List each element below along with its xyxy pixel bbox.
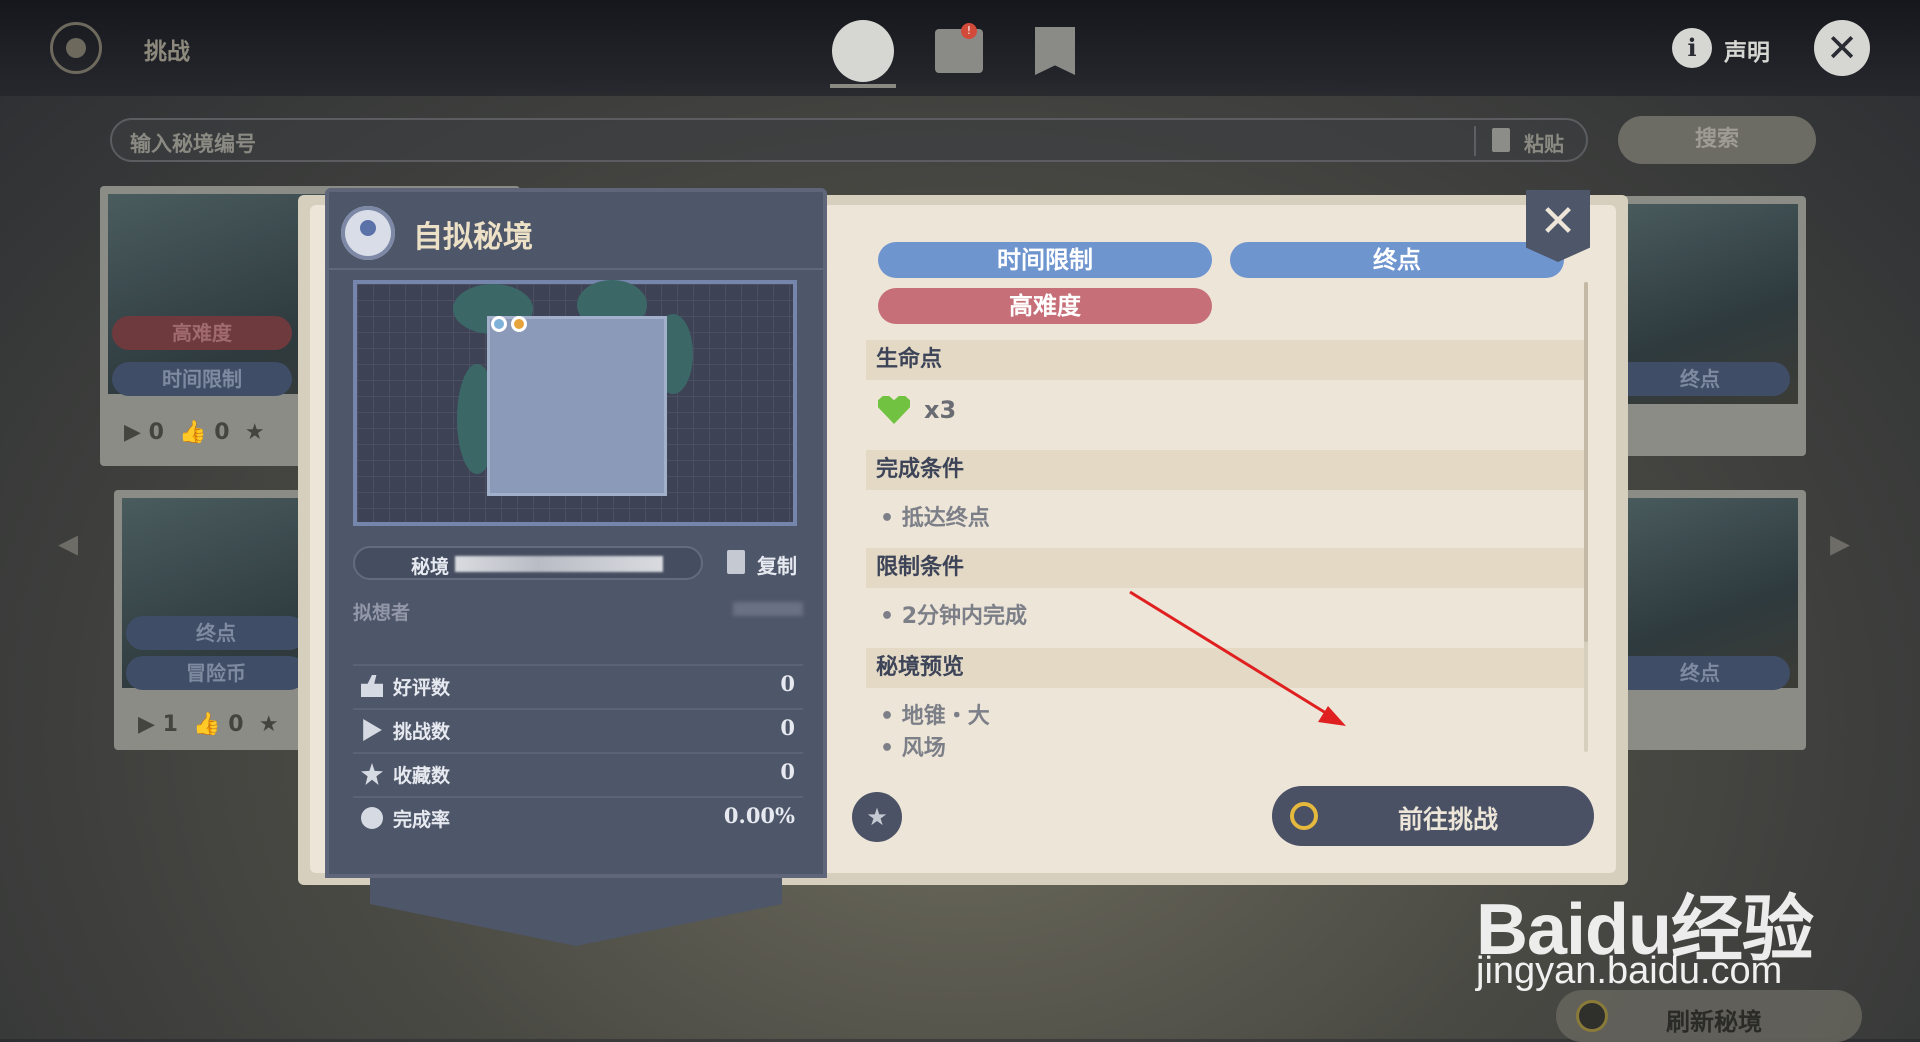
end-pin-icon xyxy=(511,316,527,332)
refresh-domains-button[interactable]: 刷新秘境 xyxy=(1556,990,1862,1042)
domain-id-field: 秘境 xyxy=(353,546,703,580)
map-play-area xyxy=(487,316,667,496)
copy-button[interactable]: 复制 xyxy=(757,550,797,579)
close-modal-button[interactable]: ✕ xyxy=(1526,190,1590,262)
author-name-redacted xyxy=(733,602,803,616)
stat-label: 好评数 xyxy=(393,677,451,699)
custom-domain-icon xyxy=(341,206,395,260)
section-lives-heading: 生命点 xyxy=(866,340,1586,380)
stat-row-completion: 完成率 0.00% xyxy=(353,796,803,838)
clipboard-icon[interactable] xyxy=(1492,128,1510,152)
stat-value: 0 xyxy=(780,759,795,784)
stat-value: 0 xyxy=(780,715,795,740)
panel-title: 自拟秘境 xyxy=(413,220,533,255)
star-icon xyxy=(361,763,383,785)
tab-challenge[interactable] xyxy=(830,18,896,88)
background-card[interactable]: 终点 xyxy=(1600,196,1806,456)
stat-label: 完成率 xyxy=(393,809,451,831)
play-icon xyxy=(363,719,382,741)
domain-info-panel: 自拟秘境 秘境 复制 拟想者 好评数 0 挑战数 0 收藏数 0 完成率 0.0… xyxy=(325,188,827,878)
domain-logo-icon xyxy=(50,22,102,74)
completion-item: • 抵达终点 xyxy=(880,506,990,531)
author-label: 拟想者 xyxy=(353,602,411,624)
tag-hard: 高难度 xyxy=(878,288,1212,324)
domain-map-preview xyxy=(353,280,797,526)
preview-item: • 风场 xyxy=(880,736,946,761)
stat-label: 挑战数 xyxy=(393,721,451,743)
go-challenge-button[interactable]: 前往挑战 xyxy=(1272,786,1594,846)
top-bar: 挑战 ! i 声明 ✕ xyxy=(0,0,1920,96)
panel-shield-decoration xyxy=(370,876,782,946)
copy-icon[interactable] xyxy=(727,550,745,574)
search-placeholder: 输入秘境编号 xyxy=(130,132,256,156)
page-title: 挑战 xyxy=(144,39,190,65)
card-plays: 0 xyxy=(148,420,164,445)
section-restriction-heading: 限制条件 xyxy=(866,548,1586,588)
close-page-button[interactable]: ✕ xyxy=(1814,20,1870,76)
next-page-arrow-icon[interactable]: ▸ xyxy=(1830,520,1850,566)
search-input[interactable]: 输入秘境编号 粘贴 xyxy=(110,118,1588,162)
stat-row-favorites: 收藏数 0 xyxy=(353,752,803,794)
refresh-label: 刷新秘境 xyxy=(1666,1008,1762,1036)
statement-link[interactable]: 声明 xyxy=(1724,33,1770,67)
card-tag: 时间限制 xyxy=(112,362,292,396)
scrollbar-thumb[interactable] xyxy=(1584,282,1588,642)
card-tag: 冒险币 xyxy=(126,656,306,690)
thumbs-up-icon xyxy=(361,675,383,697)
stat-label: 收藏数 xyxy=(393,765,451,787)
preview-item: • 地锥・大 xyxy=(880,704,990,729)
bookmark-star-icon xyxy=(1035,27,1075,75)
tab-map-settings[interactable]: ! xyxy=(926,18,992,84)
paste-button[interactable]: 粘贴 xyxy=(1524,128,1564,157)
domain-id-label: 秘境 xyxy=(411,556,450,578)
info-icon[interactable]: i xyxy=(1672,28,1712,68)
stat-value: 0.00% xyxy=(723,803,795,828)
tag-endpoint: 终点 xyxy=(1230,242,1564,278)
notice-badge: ! xyxy=(961,23,977,39)
favorite-star-button[interactable]: ★ xyxy=(852,792,902,842)
refresh-icon xyxy=(1576,1000,1608,1032)
details-scrollbar[interactable] xyxy=(1584,282,1588,752)
card-tag: 高难度 xyxy=(112,316,292,350)
section-preview-heading: 秘境预览 xyxy=(866,648,1586,688)
panel-header: 自拟秘境 xyxy=(325,188,827,270)
pie-icon xyxy=(361,807,383,829)
card-tag: 终点 xyxy=(1610,656,1790,690)
card-stats: ▶ 1 👍 0 ★ xyxy=(138,712,279,737)
stat-value: 0 xyxy=(780,671,795,696)
go-challenge-label: 前往挑战 xyxy=(1397,805,1498,834)
background-card[interactable]: 终点 xyxy=(1600,490,1806,750)
lives-count: x3 xyxy=(924,396,957,424)
tag-time-limit: 时间限制 xyxy=(878,242,1212,278)
prev-page-arrow-icon[interactable]: ◂ xyxy=(58,520,78,566)
search-button[interactable]: 搜索 xyxy=(1618,116,1816,164)
card-stats: ▶ 0 👍 0 ★ xyxy=(124,420,265,445)
domain-id-redacted xyxy=(455,556,663,572)
card-plays: 1 xyxy=(162,712,178,737)
running-man-icon xyxy=(832,20,894,82)
divider xyxy=(1474,126,1476,156)
card-likes: 0 xyxy=(228,712,244,737)
card-tag: 终点 xyxy=(1610,362,1790,396)
card-tag: 终点 xyxy=(126,616,306,650)
section-completion-heading: 完成条件 xyxy=(866,450,1586,490)
map-gear-icon: ! xyxy=(935,23,983,73)
start-pin-icon xyxy=(491,316,507,332)
card-likes: 0 xyxy=(214,420,230,445)
restriction-item: • 2分钟内完成 xyxy=(880,604,1028,629)
baidu-watermark-url: jingyan.baidu.com xyxy=(1476,950,1783,992)
stat-row-plays: 挑战数 0 xyxy=(353,708,803,750)
tab-favorites[interactable] xyxy=(1022,18,1088,84)
stat-row-likes: 好评数 0 xyxy=(353,664,803,706)
